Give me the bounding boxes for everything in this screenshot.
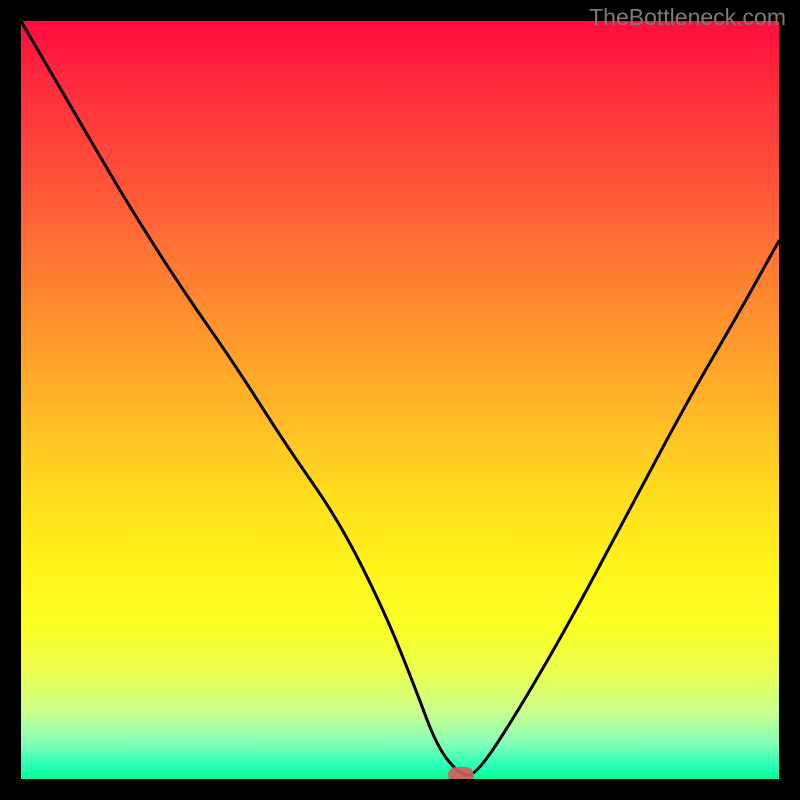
- curve-path: [21, 21, 779, 775]
- watermark-text: TheBottleneck.com: [589, 4, 786, 31]
- plot-area: [21, 21, 779, 779]
- chart-frame: TheBottleneck.com: [0, 0, 800, 800]
- optimum-marker: [448, 767, 474, 779]
- bottleneck-curve: [21, 21, 779, 779]
